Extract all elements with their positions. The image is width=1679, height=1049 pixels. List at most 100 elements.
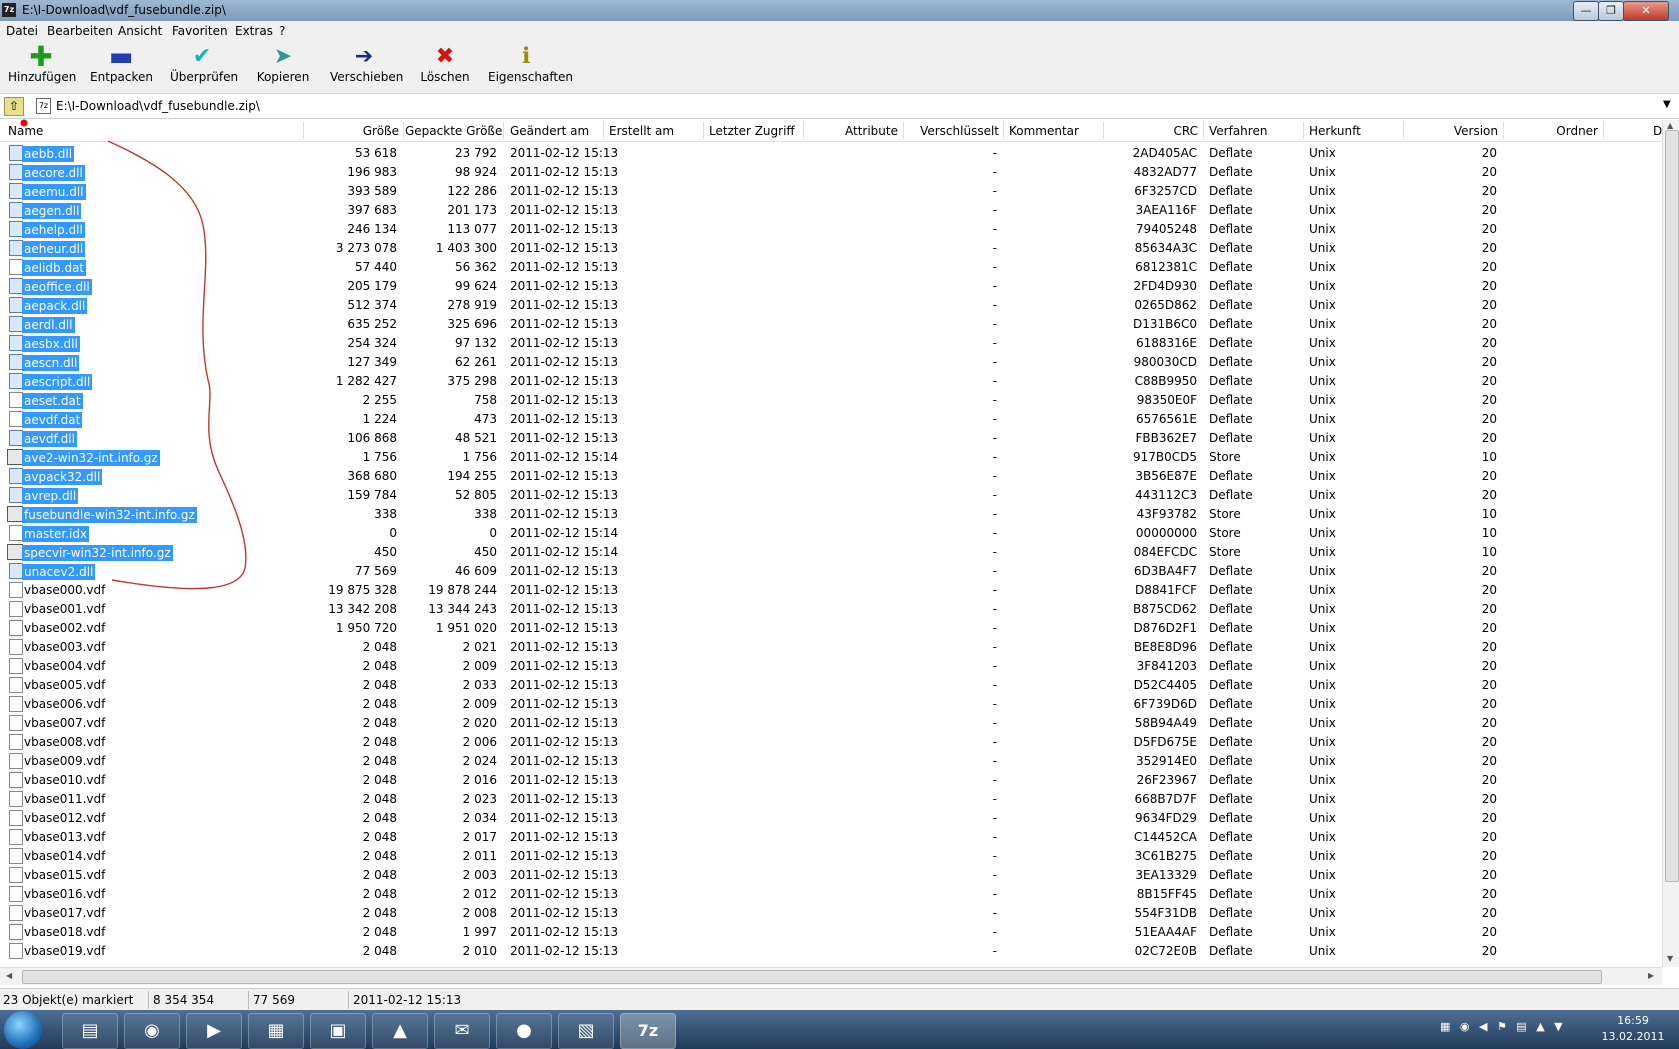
table-row[interactable]: aebb.dll 53 618 23 792 2011-02-12 15:13 - 2AD… — [0, 143, 1662, 162]
table-row[interactable]: aerdl.dll 635 252 325 696 2011-02-12 15:13 -… — [0, 314, 1662, 333]
table-row[interactable]: aehelp.dll 246 134 113 077 2011-02-12 15:13… — [0, 219, 1662, 238]
table-row[interactable]: vbase005.vdf 2 048 2 033 2011-02-12 15:13 - D… — [0, 675, 1662, 694]
table-row[interactable]: unacev2.dll 77 569 46 609 2011-02-12 15:13 -… — [0, 561, 1662, 580]
table-row[interactable]: vbase015.vdf 2 048 2 003 2011-02-12 15:13 - 3… — [0, 865, 1662, 884]
table-row[interactable]: aegen.dll 397 683 201 173 2011-02-12 15:13 -… — [0, 200, 1662, 219]
table-row[interactable]: vbase008.vdf 2 048 2 006 2011-02-12 15:13 - D… — [0, 732, 1662, 751]
email-icon[interactable]: ✉ — [434, 1013, 490, 1049]
horizontal-scroll-thumb[interactable] — [22, 970, 1602, 984]
table-row[interactable]: aelidb.dat 57 440 56 362 2011-02-12 15:13 - 6… — [0, 257, 1662, 276]
menu-extras[interactable]: Extras — [235, 24, 273, 38]
menu-favoriten[interactable]: Favoriten — [172, 24, 228, 38]
table-row[interactable]: vbase012.vdf 2 048 2 034 2011-02-12 15:13 - 9… — [0, 808, 1662, 827]
col-method[interactable]: Verfahren — [1209, 124, 1267, 138]
col-created[interactable]: Erstellt am — [609, 124, 674, 138]
media-player-icon[interactable]: ▶ — [186, 1013, 242, 1049]
table-row[interactable]: vbase018.vdf 2 048 1 997 2011-02-12 15:13 - 5… — [0, 922, 1662, 941]
table-row[interactable]: aecore.dll 196 983 98 924 2011-02-12 15:13 -… — [0, 162, 1662, 181]
folder-icon[interactable]: ▧ — [558, 1013, 614, 1049]
table-row[interactable]: aeoffice.dll 205 179 99 624 2011-02-12 15:1… — [0, 276, 1662, 295]
extract-button[interactable]: ▬ Entpacken — [90, 44, 153, 84]
table-row[interactable]: vbase019.vdf 2 048 2 010 2011-02-12 15:13 - 0… — [0, 941, 1662, 960]
table-row[interactable]: aeheur.dll 3 273 078 1 403 300 2011-02-12 1… — [0, 238, 1662, 257]
table-row[interactable]: aescn.dll 127 349 62 261 2011-02-12 15:13 - 9… — [0, 352, 1662, 371]
table-row[interactable]: vbase002.vdf 1 950 720 1 951 020 2011-02-12… — [0, 618, 1662, 637]
close-button[interactable]: ✕ — [1623, 1, 1669, 21]
table-row[interactable]: aescript.dll 1 282 427 375 298 2011-02-12 1… — [0, 371, 1662, 390]
col-accessed[interactable]: Letzter Zugriff — [709, 124, 795, 138]
table-row[interactable]: vbase016.vdf 2 048 2 012 2011-02-12 15:13 - 8… — [0, 884, 1662, 903]
table-row[interactable]: avpack32.dll 368 680 194 255 2011-02-12 15:… — [0, 466, 1662, 485]
table-row[interactable]: vbase017.vdf 2 048 2 008 2011-02-12 15:13 - 5… — [0, 903, 1662, 922]
table-row[interactable]: ave2-win32-int.info.gz 1 756 1 756 2011-02-… — [0, 447, 1662, 466]
table-row[interactable]: vbase011.vdf 2 048 2 023 2011-02-12 15:13 - 6… — [0, 789, 1662, 808]
system-tray[interactable]: ▦ ◉ ◀ ⚑ ▤ ▲ ▼ — [1440, 1020, 1566, 1033]
table-row[interactable]: vbase000.vdf 19 875 328 19 878 244 2011-02-… — [0, 580, 1662, 599]
col-attributes[interactable]: Attribute — [805, 124, 898, 138]
table-row[interactable]: vbase014.vdf 2 048 2 011 2011-02-12 15:13 - 3… — [0, 846, 1662, 865]
maximize-button[interactable]: ❐ — [1598, 1, 1624, 21]
table-row[interactable]: vbase009.vdf 2 048 2 024 2011-02-12 15:13 - 3… — [0, 751, 1662, 770]
table-row[interactable]: vbase007.vdf 2 048 2 020 2011-02-12 15:13 - 5… — [0, 713, 1662, 732]
test-button[interactable]: ✔ Überprüfen — [170, 44, 238, 84]
menu-datei[interactable]: Datei — [6, 24, 38, 38]
copy-button[interactable]: ➤ Kopieren — [256, 44, 310, 84]
table-row[interactable]: aevdf.dll 106 868 48 521 2011-02-12 15:13 - F… — [0, 428, 1662, 447]
col-name[interactable]: Name — [8, 124, 43, 138]
add-button[interactable]: ✚ Hinzufügen — [8, 43, 76, 85]
table-row[interactable]: master.idx 0 0 2011-02-12 15:14 - 00000000 Sto… — [0, 523, 1662, 542]
table-row[interactable]: aesbx.dll 254 324 97 132 2011-02-12 15:13 - 6… — [0, 333, 1662, 352]
table-row[interactable]: avrep.dll 159 784 52 805 2011-02-12 15:13 - 4… — [0, 485, 1662, 504]
folder-up-button[interactable]: ⇧ — [4, 97, 24, 116]
table-row[interactable]: aeemu.dll 393 589 122 286 2011-02-12 15:13 -… — [0, 181, 1662, 200]
delete-button[interactable]: ✖ Löschen — [420, 44, 470, 84]
table-row[interactable]: vbase010.vdf 2 048 2 016 2011-02-12 15:13 - 2… — [0, 770, 1662, 789]
scroll-left-icon[interactable]: ◀ — [6, 971, 12, 980]
start-button[interactable] — [4, 1011, 42, 1049]
minimize-button[interactable]: — — [1573, 1, 1599, 21]
table-row[interactable]: aepack.dll 512 374 278 919 2011-02-12 15:13… — [0, 295, 1662, 314]
col-d[interactable]: D — [1653, 124, 1662, 138]
col-packed-size[interactable]: Gepackte Größe — [405, 124, 502, 138]
menu-help[interactable]: ? — [279, 24, 285, 38]
col-folder[interactable]: Ordner — [1505, 124, 1598, 138]
table-row[interactable]: fusebundle-win32-int.info.gz 338 338 2011-0… — [0, 504, 1662, 523]
scroll-down-icon[interactable]: ▼ — [1667, 954, 1673, 963]
virtualdub-icon[interactable]: ▦ — [248, 1013, 304, 1049]
properties-button[interactable]: ℹ Eigenschaften — [488, 44, 573, 84]
col-encrypted[interactable]: Verschlüsselt — [905, 124, 999, 138]
horizontal-scrollbar[interactable]: ◀ ▶ — [0, 967, 1662, 985]
col-version[interactable]: Version — [1405, 124, 1498, 138]
explorer-icon[interactable]: ▤ — [62, 1013, 118, 1049]
vertical-scrollbar[interactable]: ▲ ▼ — [1662, 120, 1679, 967]
col-size[interactable]: Größe — [305, 124, 399, 138]
col-host-os[interactable]: Herkunft — [1309, 124, 1361, 138]
cell-version: 20 — [1481, 621, 1497, 635]
col-crc[interactable]: CRC — [1105, 124, 1199, 138]
avira-icon[interactable]: ▲ — [372, 1013, 428, 1049]
col-comment[interactable]: Kommentar — [1009, 124, 1079, 138]
chevron-down-icon[interactable]: ▼ — [1663, 99, 1671, 110]
firefox-icon[interactable]: ● — [496, 1013, 552, 1049]
col-modified[interactable]: Geändert am — [510, 124, 589, 138]
move-button[interactable]: ➔ Verschieben — [330, 44, 403, 84]
table-row[interactable]: vbase006.vdf 2 048 2 009 2011-02-12 15:13 - 6… — [0, 694, 1662, 713]
table-row[interactable]: vbase013.vdf 2 048 2 017 2011-02-12 15:13 - C… — [0, 827, 1662, 846]
clock[interactable]: 16:59 13.02.2011 — [1598, 1013, 1668, 1045]
scroll-right-icon[interactable]: ▶ — [1648, 971, 1654, 980]
address-input[interactable]: E:\I-Download\vdf_fusebundle.zip\ — [56, 99, 260, 113]
ccleaner-icon[interactable]: ◉ — [124, 1013, 180, 1049]
table-row[interactable]: vbase004.vdf 2 048 2 009 2011-02-12 15:13 - 3… — [0, 656, 1662, 675]
7zip-icon[interactable]: 7z — [620, 1013, 676, 1049]
table-row[interactable]: aeset.dat 2 255 758 2011-02-12 15:13 - 98350E… — [0, 390, 1662, 409]
calendar-icon[interactable]: ▣ — [310, 1013, 366, 1049]
table-row[interactable]: vbase001.vdf 13 342 208 13 344 243 2011-02-… — [0, 599, 1662, 618]
scroll-up-icon[interactable]: ▲ — [1667, 121, 1673, 130]
vertical-scroll-thumb[interactable] — [1665, 130, 1679, 882]
table-row[interactable]: specvir-win32-int.info.gz 450 450 2011-02-1… — [0, 542, 1662, 561]
table-row[interactable]: aevdf.dat 1 224 473 2011-02-12 15:13 - 657656… — [0, 409, 1662, 428]
menu-ansicht[interactable]: Ansicht — [118, 24, 162, 38]
menu-bearbeiten[interactable]: Bearbeiten — [47, 24, 113, 38]
7zip-app-icon[interactable]: 7z — [2, 3, 16, 17]
table-row[interactable]: vbase003.vdf 2 048 2 021 2011-02-12 15:13 - B… — [0, 637, 1662, 656]
